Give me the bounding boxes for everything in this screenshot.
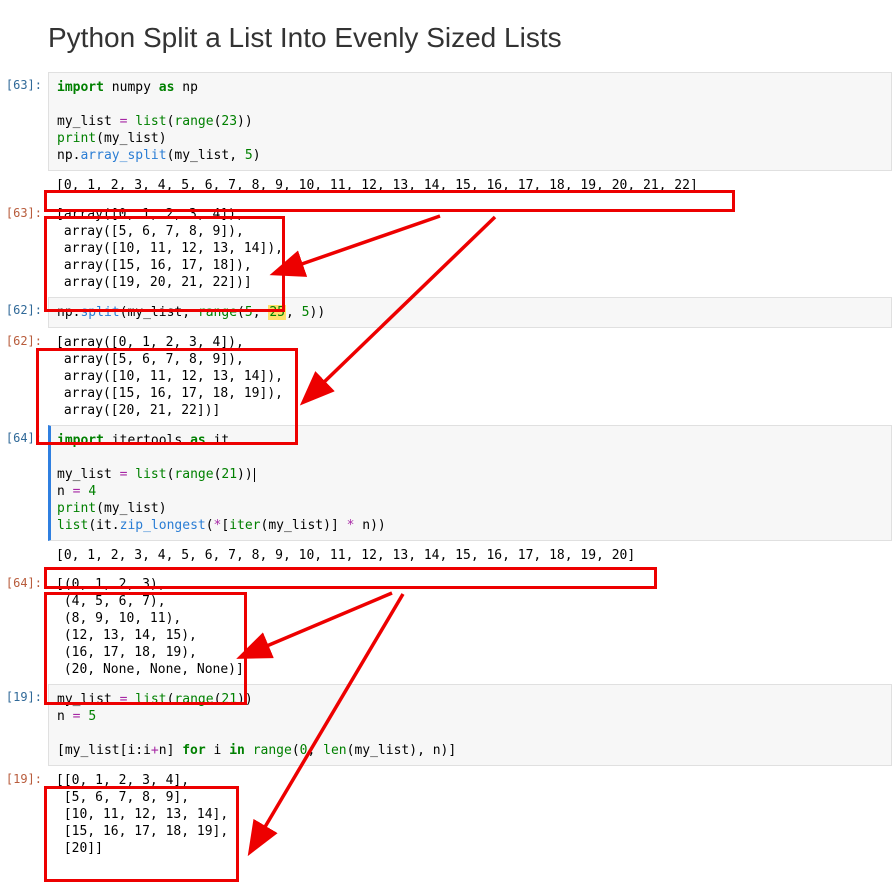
output-prompt: [19]: xyxy=(0,766,48,863)
notebook-cell-output: [63]: [array([0, 1, 2, 3, 4]), array([5,… xyxy=(0,200,892,297)
notebook-cell-output: [19]: [[0, 1, 2, 3, 4], [5, 6, 7, 8, 9],… xyxy=(0,766,892,863)
code-input[interactable]: my_list = list(range(21)) n = 5 [my_list… xyxy=(48,684,892,766)
output-prompt: [63]: xyxy=(0,200,48,297)
input-prompt: [19]: xyxy=(0,684,48,766)
notebook-cell-input: [64]: import itertools as it my_list = l… xyxy=(0,425,892,541)
code-input[interactable]: import numpy as np my_list = list(range(… xyxy=(48,72,892,171)
input-prompt: [63]: xyxy=(0,72,48,171)
document-root: Python Split a List Into Evenly Sized Li… xyxy=(0,22,892,863)
blank-prompt xyxy=(0,171,48,200)
notebook-cell-output: [64]: [(0, 1, 2, 3), (4, 5, 6, 7), (8, 9… xyxy=(0,570,892,684)
output-prompt: [62]: xyxy=(0,328,48,425)
input-prompt: [64]: xyxy=(0,425,48,541)
result-output: [(0, 1, 2, 3), (4, 5, 6, 7), (8, 9, 10, … xyxy=(48,570,892,684)
notebook-cell-input: [62]: np.split(my_list, range(5, 25, 5)) xyxy=(0,297,892,328)
blank-prompt xyxy=(0,541,48,570)
result-output: [array([0, 1, 2, 3, 4]), array([5, 6, 7,… xyxy=(48,200,892,297)
stdout-output: [0, 1, 2, 3, 4, 5, 6, 7, 8, 9, 10, 11, 1… xyxy=(48,171,892,200)
notebook-cell-output: [62]: [array([0, 1, 2, 3, 4]), array([5,… xyxy=(0,328,892,425)
result-output: [array([0, 1, 2, 3, 4]), array([5, 6, 7,… xyxy=(48,328,892,425)
notebook-cell-stdout: [0, 1, 2, 3, 4, 5, 6, 7, 8, 9, 10, 11, 1… xyxy=(0,171,892,200)
page-title: Python Split a List Into Evenly Sized Li… xyxy=(48,22,892,54)
stdout-output: [0, 1, 2, 3, 4, 5, 6, 7, 8, 9, 10, 11, 1… xyxy=(48,541,892,570)
code-input[interactable]: import itertools as it my_list = list(ra… xyxy=(48,425,892,541)
notebook-cell-stdout: [0, 1, 2, 3, 4, 5, 6, 7, 8, 9, 10, 11, 1… xyxy=(0,541,892,570)
notebook-cell-input: [63]: import numpy as np my_list = list(… xyxy=(0,72,892,171)
input-prompt: [62]: xyxy=(0,297,48,328)
result-output: [[0, 1, 2, 3, 4], [5, 6, 7, 8, 9], [10, … xyxy=(48,766,892,863)
output-prompt: [64]: xyxy=(0,570,48,684)
code-input[interactable]: np.split(my_list, range(5, 25, 5)) xyxy=(48,297,892,328)
notebook-cell-input: [19]: my_list = list(range(21)) n = 5 [m… xyxy=(0,684,892,766)
